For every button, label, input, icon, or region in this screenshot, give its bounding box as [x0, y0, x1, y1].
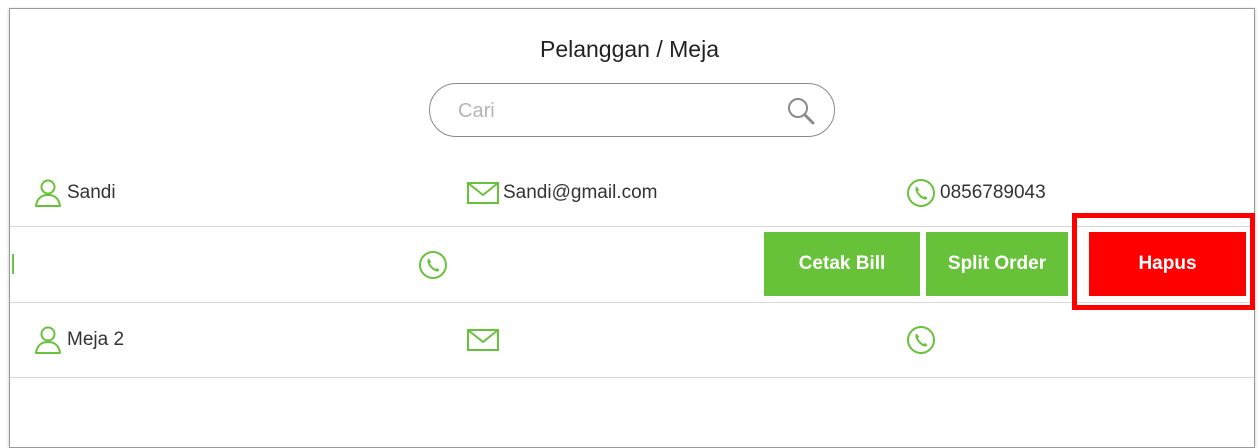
- customer-name: Sandi: [67, 182, 116, 203]
- customer-phone-cell: 0856789043: [906, 175, 1046, 211]
- page-title: Pelanggan / Meja: [539, 36, 719, 62]
- phone-icon: [906, 325, 936, 355]
- user-icon: [33, 178, 63, 208]
- customer-phone: 0856789043: [940, 182, 1046, 203]
- search-input[interactable]: [456, 94, 780, 128]
- delete-button[interactable]: Hapus: [1089, 232, 1246, 296]
- split-order-button[interactable]: Split Order: [926, 232, 1068, 296]
- customer-row-swiped[interactable]: Cetak Bill Split Order Hapus: [10, 227, 1254, 303]
- customer-phone-cell: [418, 249, 448, 281]
- customer-email: Sandi@gmail.com: [503, 182, 658, 203]
- customer-row[interactable]: Meja 2: [10, 303, 1254, 378]
- phone-icon: [418, 250, 448, 280]
- mail-icon: [467, 328, 499, 352]
- customer-phone-cell: [906, 322, 936, 358]
- mail-icon: [467, 181, 499, 205]
- customer-email-cell: Sandi@gmail.com: [467, 175, 657, 211]
- customer-name-cell: Meja 2: [33, 322, 124, 358]
- user-icon: [33, 325, 63, 355]
- search-box[interactable]: [429, 83, 835, 137]
- customer-email-cell: [467, 322, 499, 358]
- customer-name: Meja 2: [67, 329, 125, 350]
- phone-icon: [906, 178, 936, 208]
- customer-name-cell: Sandi: [33, 175, 116, 211]
- search-icon[interactable]: [786, 96, 816, 126]
- customer-row[interactable]: Sandi Sandi@gmail.com 0856789043: [10, 162, 1254, 227]
- print-bill-button[interactable]: Cetak Bill: [764, 232, 920, 296]
- row-edge-marker: [12, 254, 14, 274]
